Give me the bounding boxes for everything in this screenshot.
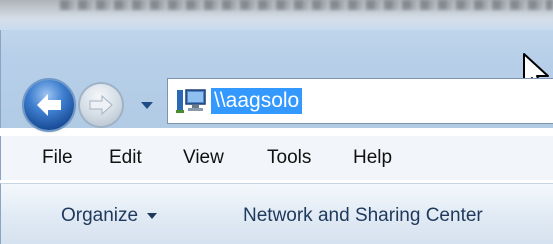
organize-label: Organize — [61, 205, 139, 226]
chevron-down-icon — [147, 212, 158, 219]
address-bar[interactable]: \\aagsolo — [167, 78, 553, 124]
command-bar: Organize Network and Sharing Center — [0, 183, 553, 244]
recent-pages-dropdown[interactable] — [140, 98, 154, 109]
address-path-text[interactable]: \\aagsolo — [211, 88, 303, 114]
network-and-sharing-center-button[interactable]: Network and Sharing Center — [243, 204, 483, 228]
organize-button[interactable]: Organize — [61, 204, 158, 228]
back-arrow-icon — [37, 94, 61, 116]
menu-edit[interactable]: Edit — [109, 146, 142, 170]
menu-file[interactable]: File — [42, 146, 73, 170]
chevron-down-icon — [141, 102, 153, 109]
menu-view[interactable]: View — [183, 146, 224, 170]
forward-button[interactable] — [80, 84, 122, 126]
menu-tools[interactable]: Tools — [267, 146, 311, 170]
back-button[interactable] — [24, 80, 74, 130]
forward-arrow-icon — [89, 94, 113, 116]
network-computer-icon — [175, 87, 207, 115]
blurred-background-text — [60, 0, 553, 10]
menu-bar: File Edit View Tools Help — [0, 136, 553, 180]
menu-help[interactable]: Help — [353, 146, 392, 170]
